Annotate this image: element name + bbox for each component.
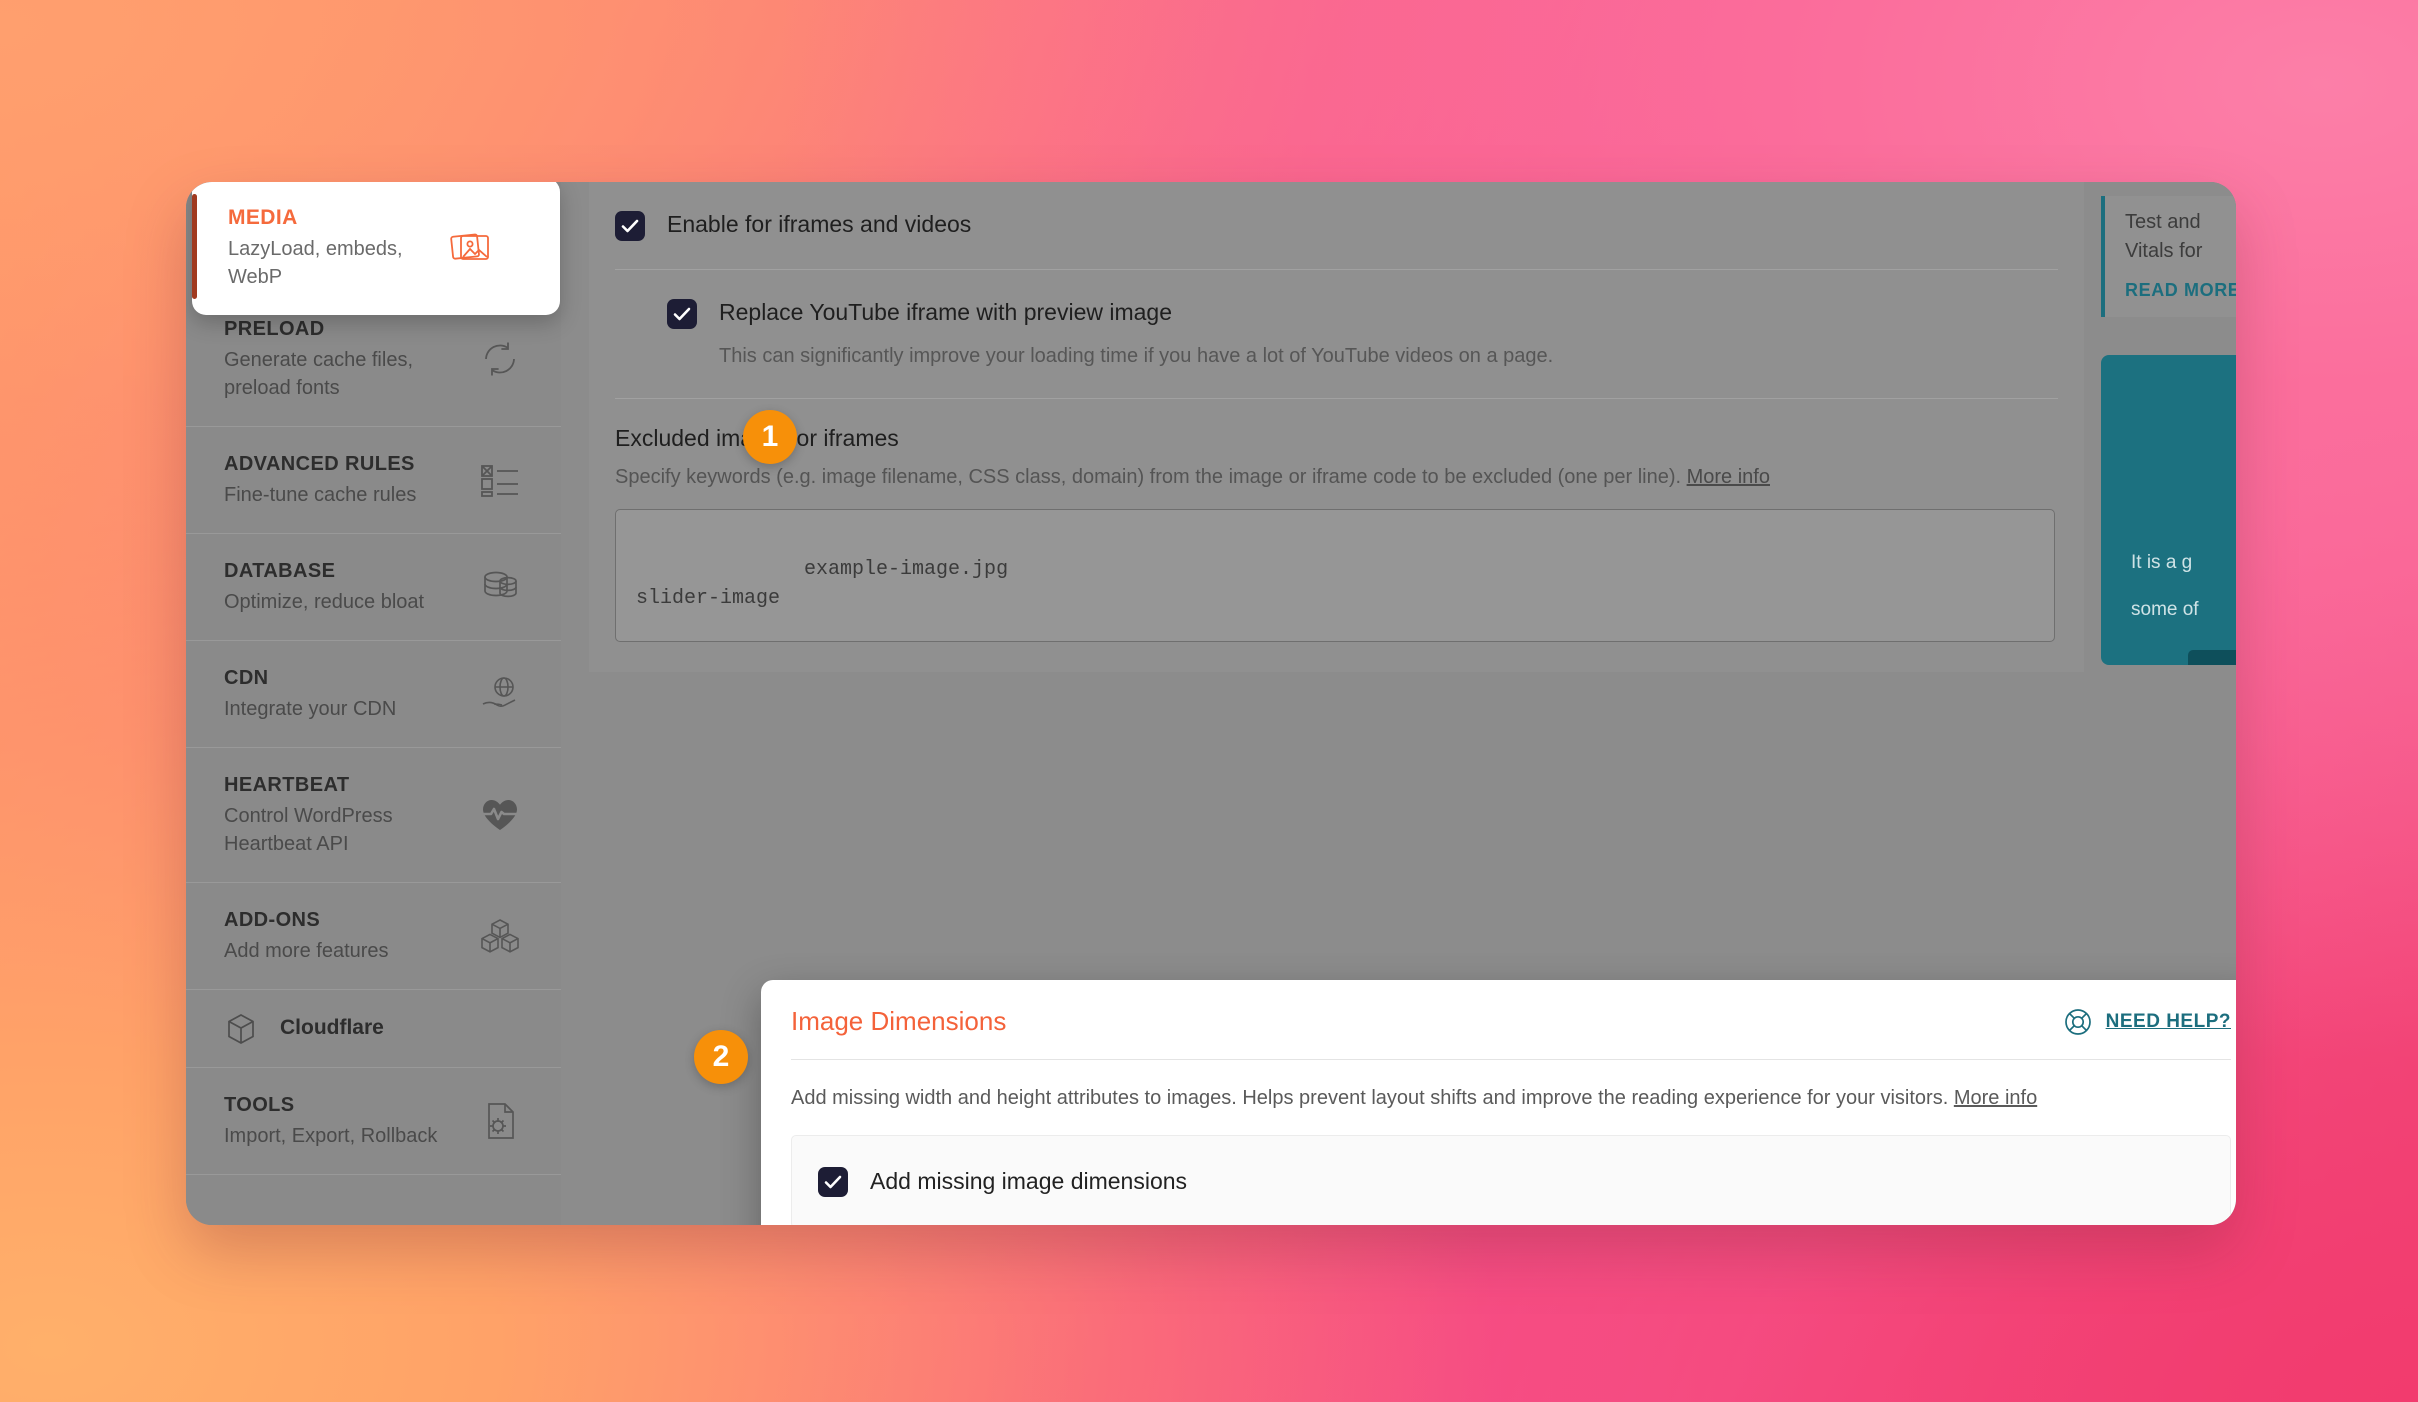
- enable-iframes-checkbox[interactable]: [615, 211, 645, 241]
- step-badge-1: 1: [743, 410, 797, 464]
- sidebar-item-advanced-rules-title: ADVANCED RULES: [224, 453, 415, 475]
- sidebar-item-media-subtitle: LazyLoad, embeds, WebP: [228, 238, 403, 289]
- setting-row-iframes[interactable]: Enable for iframes and videos: [615, 182, 2058, 270]
- excluded-images-title: Excluded images or iframes: [615, 424, 899, 451]
- setting-row-youtube[interactable]: Replace YouTube iframe with preview imag…: [615, 270, 2058, 399]
- promo-card-line1: It is a g: [2131, 552, 2193, 573]
- excluded-images-textarea-value: example-image.jpg slider-image: [636, 557, 1009, 610]
- cube-icon: [224, 1012, 258, 1046]
- excluded-images-description-text: Specify keywords (e.g. image filename, C…: [615, 465, 1682, 488]
- need-help-link[interactable]: NEED HELP?: [2063, 1007, 2231, 1037]
- cubes-icon: [473, 912, 527, 960]
- sidebar-item-addons-subtitle: Add more features: [224, 940, 389, 962]
- sidebar-item-addons[interactable]: ADD-ONS Add more features: [186, 883, 561, 990]
- replace-youtube-checkbox[interactable]: [667, 299, 697, 329]
- globe-hand-icon: [473, 670, 527, 718]
- image-dimensions-header: Image Dimensions NEED HELP?: [791, 980, 2231, 1060]
- promo-card-read-button[interactable]: READ: [2187, 650, 2236, 665]
- sidebar-item-cdn[interactable]: CDN Integrate your CDN: [186, 641, 561, 748]
- image-dimensions-description: Add missing width and height attributes …: [791, 1060, 2231, 1135]
- lifebuoy-icon: [2063, 1007, 2093, 1037]
- image-dimensions-title: Image Dimensions: [791, 1006, 1007, 1036]
- promo-note: Test and Vitals for READ MORE: [2101, 196, 2236, 317]
- sidebar-item-tools[interactable]: TOOLS Import, Export, Rollback: [186, 1068, 561, 1175]
- heartbeat-icon: [473, 791, 527, 839]
- sidebar-nav: MEDIA LazyLoad, embeds, WebP PRELOAD Gen…: [186, 182, 561, 1225]
- promo-note-line2: Vitals for: [2125, 240, 2203, 262]
- sidebar-item-advanced-rules[interactable]: ADVANCED RULES Fine-tune cache rules: [186, 427, 561, 534]
- sidebar-item-tools-subtitle: Import, Export, Rollback: [224, 1125, 438, 1147]
- images-icon: [443, 224, 497, 272]
- image-dimensions-description-text: Add missing width and height attributes …: [791, 1087, 1949, 1109]
- sidebar-item-media-title: MEDIA: [228, 206, 298, 229]
- plugin-settings-window: MEDIA LazyLoad, embeds, WebP PRELOAD Gen…: [186, 182, 2236, 1225]
- sidebar-item-cdn-subtitle: Integrate your CDN: [224, 698, 397, 720]
- excluded-images-textarea[interactable]: example-image.jpg slider-image: [615, 508, 2055, 642]
- step-badge-2: 2: [694, 1030, 748, 1084]
- sidebar-item-heartbeat-subtitle: Control WordPress Heartbeat API: [224, 805, 393, 855]
- promo-card-title: D: [2101, 505, 2236, 531]
- need-help-label: NEED HELP?: [2105, 1010, 2231, 1032]
- image-dimensions-card: Image Dimensions NEED HELP? Add missing …: [761, 980, 2236, 1225]
- file-gear-icon: [473, 1097, 527, 1145]
- sidebar-item-heartbeat[interactable]: HEARTBEAT Control WordPress Heartbeat AP…: [186, 748, 561, 883]
- add-missing-dimensions-row[interactable]: Add missing image dimensions: [791, 1135, 2231, 1225]
- excluded-images-more-info-link[interactable]: More info: [1687, 466, 1770, 488]
- textarea-resize-handle[interactable]: [2036, 624, 2050, 638]
- excluded-images-block: Excluded images or iframes Specify keywo…: [615, 399, 2058, 672]
- sidebar-item-heartbeat-title: HEARTBEAT: [224, 774, 350, 796]
- sidebar-item-cloudflare[interactable]: Cloudflare: [186, 990, 561, 1068]
- sidebar-item-advanced-rules-subtitle: Fine-tune cache rules: [224, 484, 417, 506]
- database-icon: [473, 563, 527, 611]
- lazyload-panel: Enable for iframes and videos Replace Yo…: [589, 182, 2084, 672]
- excluded-images-description: Specify keywords (e.g. image filename, C…: [615, 466, 2058, 489]
- sidebar-item-database-title: DATABASE: [224, 560, 336, 582]
- promo-card-line2: some of: [2131, 598, 2199, 620]
- sidebar-item-addons-title: ADD-ONS: [224, 909, 321, 931]
- refresh-icon: [473, 335, 527, 383]
- promo-card: D It is a g some of READ: [2101, 355, 2236, 665]
- promo-note-read-more-link[interactable]: READ MORE: [2125, 280, 2236, 301]
- replace-youtube-label: Replace YouTube iframe with preview imag…: [719, 299, 1173, 325]
- add-missing-dimensions-label: Add missing image dimensions: [870, 1167, 1188, 1194]
- sidebar-item-preload-subtitle: Generate cache files, preload fonts: [224, 349, 413, 399]
- sidebar-item-preload-title: PRELOAD: [224, 318, 325, 340]
- sidebar-item-database[interactable]: DATABASE Optimize, reduce bloat: [186, 534, 561, 641]
- sidebar-item-database-subtitle: Optimize, reduce bloat: [224, 591, 425, 613]
- promo-note-line1: Test and: [2125, 211, 2201, 233]
- replace-youtube-description: This can significantly improve your load…: [719, 344, 1554, 367]
- sidebar-item-media[interactable]: MEDIA LazyLoad, embeds, WebP: [192, 182, 560, 316]
- settings-panel: Enable for iframes and videos Replace Yo…: [589, 182, 2084, 672]
- enable-iframes-label: Enable for iframes and videos: [667, 211, 972, 237]
- add-missing-dimensions-checkbox[interactable]: [818, 1167, 848, 1197]
- sidebar-item-cloudflare-title: Cloudflare: [280, 1016, 384, 1040]
- sidebar-item-tools-title: TOOLS: [224, 1094, 295, 1116]
- sidebar-item-cdn-title: CDN: [224, 667, 269, 689]
- checklist-icon: [473, 456, 527, 504]
- image-dimensions-more-info-link[interactable]: More info: [1954, 1087, 2037, 1109]
